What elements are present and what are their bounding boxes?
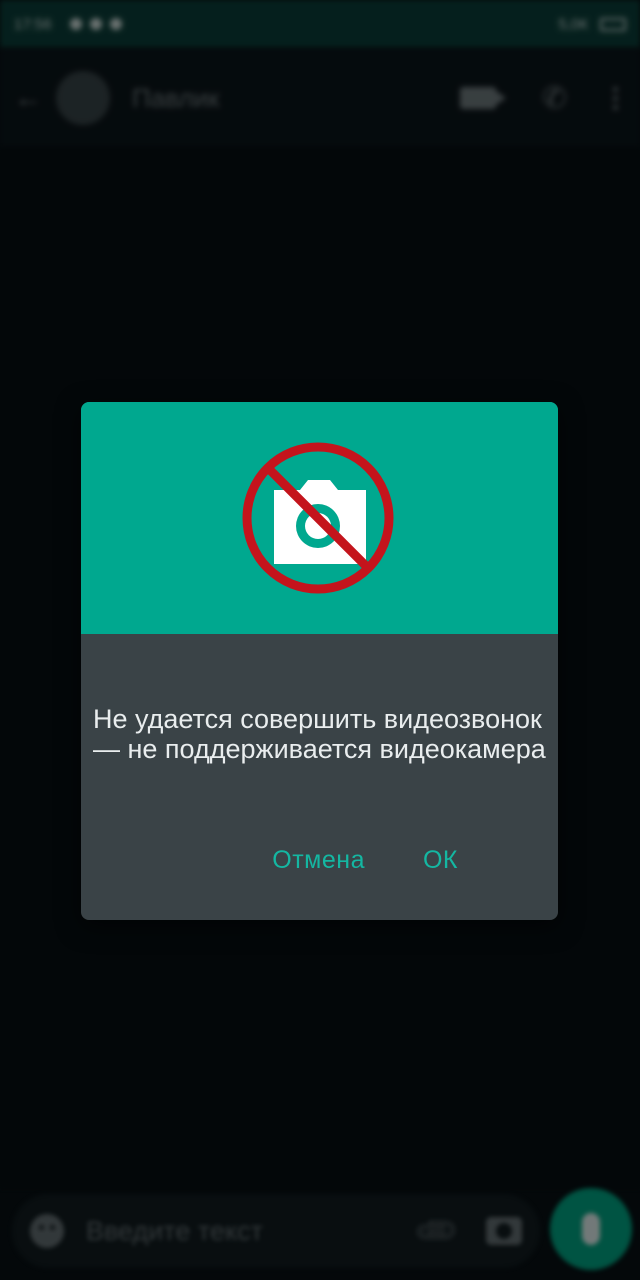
video-call-error-dialog: Не удается совершить видеозвонок — не по…: [81, 402, 558, 920]
dialog-header: [81, 402, 558, 634]
dialog-actions: Отмена ОК: [272, 846, 458, 875]
ok-button[interactable]: ОК: [423, 846, 458, 875]
camera-prohibited-icon: [242, 442, 393, 594]
cancel-button[interactable]: Отмена: [272, 846, 365, 875]
dialog-message: Не удается совершить видеозвонок — не по…: [93, 704, 546, 764]
